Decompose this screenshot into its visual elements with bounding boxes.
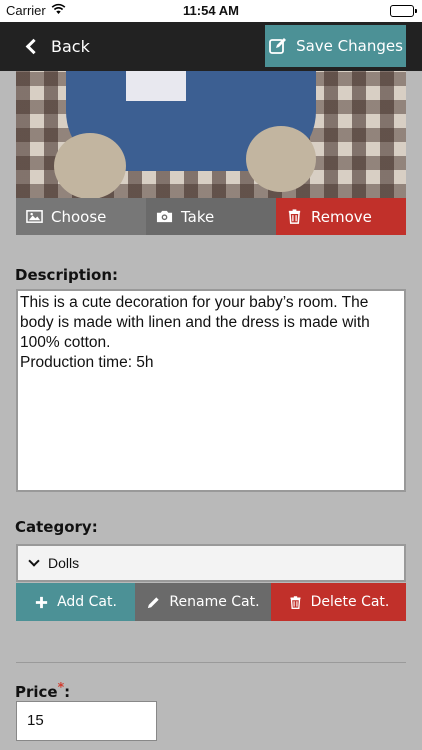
pencil-icon [148,596,160,608]
edit-icon [269,38,287,54]
delete-category-label: Delete Cat. [310,594,390,610]
navigation-bar: Back Save Changes [0,22,422,71]
add-category-label: Add Cat. [57,594,117,610]
choose-label: Choose [51,207,107,226]
image-icon [26,210,43,223]
chevron-left-icon [25,38,42,54]
camera-icon [156,210,173,223]
clock: 11:54 AM [183,3,239,18]
take-label: Take [181,207,215,226]
status-bar: Carrier 11:54 AM [0,0,422,22]
remove-photo-button[interactable]: Remove [276,198,406,235]
battery-icon [390,5,417,17]
remove-label: Remove [311,207,372,226]
choose-photo-button[interactable]: Choose [16,198,146,235]
delete-category-button[interactable]: Delete Cat. [271,583,406,621]
category-selected-value: Dolls [48,555,80,571]
trash-icon [288,209,301,224]
add-category-button[interactable]: Add Cat. [16,583,135,621]
product-photo [16,71,406,198]
trash-icon [290,595,301,609]
rename-category-button[interactable]: Rename Cat. [135,583,271,621]
price-input[interactable]: 15 [16,701,157,741]
back-label: Back [51,36,90,56]
description-textarea[interactable]: This is a cute decoration for your baby’… [16,289,406,492]
plus-icon [35,596,48,608]
category-label: Category: [15,518,98,536]
price-label-text: Price [15,683,58,701]
description-label: Description: [15,266,119,284]
chevron-down-icon [28,555,40,567]
price-label: Price*: [15,679,70,701]
category-actions: Add Cat. Rename Cat. Delete Cat. [16,583,406,621]
save-changes-button[interactable]: Save Changes [265,25,406,67]
back-button[interactable]: Back [24,32,90,60]
take-photo-button[interactable]: Take [146,198,276,235]
section-divider [16,662,406,663]
rename-category-label: Rename Cat. [169,594,260,610]
photo-actions: Choose Take Remove [16,198,406,235]
price-label-suffix: : [64,683,71,701]
category-dropdown[interactable]: Dolls [16,544,406,582]
save-changes-label: Save Changes [296,37,403,55]
